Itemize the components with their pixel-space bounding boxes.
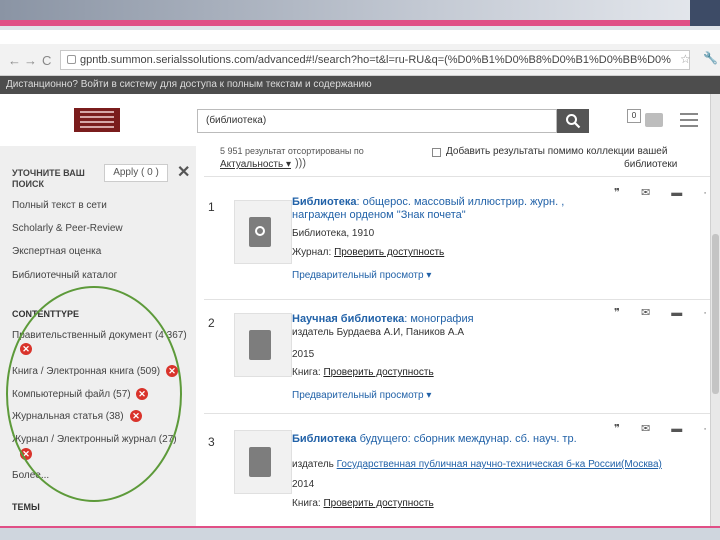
result-title[interactable]: Библиотека: общерос. массовый иллюстрир.… [292,196,582,222]
result-year: 2015 [292,349,315,360]
slide-header-gradient [0,0,720,20]
result-thumbnail[interactable] [234,313,292,377]
sort-dropdown[interactable]: Актуальность ▾ [220,159,291,170]
title-highlight: Библиотека [292,196,357,208]
folder-icon[interactable] [645,113,663,127]
filter-catalog[interactable]: Библиотечный каталог [12,270,117,281]
result-publisher: издатель Бурдаева А.И, Паников А.А [292,327,465,338]
results-panel: 5 951 результат отсортированы по Актуаль… [196,146,720,526]
result-tools[interactable]: ❞ ✉ ▬ ··· [614,422,720,435]
result-tools[interactable]: ❞ ✉ ▬ ··· [614,186,720,199]
check-availability-link[interactable]: Проверить доступность [323,498,433,509]
title-rest: : монография [404,313,474,325]
reload-button[interactable]: C [42,53,51,68]
check-availability-link[interactable]: Проверить доступность [334,247,444,258]
format-label: Книга: [292,367,321,378]
result-publisher: издатель Государственная публичная научн… [292,459,662,470]
result-title[interactable]: Библиотека будущего: сборник междунар. с… [292,433,582,446]
result-thumbnail[interactable] [234,200,292,264]
url-text: gpntb.summon.serialssolutions.com/advanc… [80,54,671,66]
divider [204,299,710,300]
result-source: Библиотека, 1910 [292,228,375,239]
share-icon [249,217,271,247]
add-results-label-cont: библиотеки [624,159,678,170]
result-number: 3 [208,435,215,449]
wrench-icon[interactable]: 🔧 [703,51,718,65]
library-logo[interactable] [74,108,120,132]
result-format: Журнал: Проверить доступность [292,247,444,258]
scrollbar-thumb[interactable] [712,234,719,394]
login-banner[interactable]: Дистанционно? Войти в систему для доступ… [0,76,720,94]
format-label: Книга: [292,498,321,509]
preview-toggle[interactable]: Предварительный просмотр ▾ [292,270,431,281]
subjects-heading: ТЕМЫ [12,502,40,512]
slide-corner-block [690,0,720,26]
filter-scholarly[interactable]: Scholarly & Peer-Review [12,223,123,234]
title-highlight: Библиотека [292,433,357,445]
refine-title: УТОЧНИТЕ ВАШ ПОИСК [12,168,85,189]
preview-toggle[interactable]: Предварительный просмотр ▾ [292,390,431,401]
apply-filters-button[interactable]: Apply ( 0 ) [104,164,168,182]
result-year: 2014 [292,479,315,490]
rss-icon[interactable]: ))) [295,157,306,169]
forward-button[interactable]: → [24,53,37,68]
login-banner-text: Дистанционно? Войти в систему для доступ… [6,79,372,90]
scrollbar[interactable] [710,94,720,526]
result-number: 1 [208,200,215,214]
add-results-label: Добавить результаты помимо коллекции ваш… [446,146,668,157]
result-format: Книга: Проверить доступность [292,498,434,509]
check-availability-link[interactable]: Проверить доступность [323,367,433,378]
result-tools[interactable]: ❞ ✉ ▬ ··· [614,306,720,319]
divider [204,176,710,177]
title-highlight: Научная библиотека [292,313,405,325]
filter-full-text[interactable]: Полный текст в сети [12,200,107,211]
back-button[interactable]: ← [8,53,21,68]
search-input[interactable]: (библиотека) [197,109,557,133]
saved-items-count[interactable]: 0 [627,109,641,123]
result-title[interactable]: Научная библиотека: монография [292,313,582,326]
close-icon[interactable]: ✕ [177,162,190,182]
search-icon [566,114,581,129]
filter-peer-review[interactable]: Экспертная оценка [12,246,101,257]
divider [204,413,710,414]
search-button[interactable] [557,109,589,133]
menu-icon[interactable] [680,113,698,131]
publisher-link[interactable]: Государственная публичная научно-техниче… [337,459,662,470]
book-icon [249,330,271,360]
slide-accent-stripe [0,20,720,26]
result-number: 2 [208,316,215,330]
result-thumbnail[interactable] [234,430,292,494]
bookmark-star-icon[interactable]: ☆ [680,52,691,66]
highlight-oval [6,286,182,502]
add-results-checkbox[interactable] [432,148,441,157]
site-header: (библиотека) [0,94,720,146]
format-label: Журнал: [292,247,332,258]
result-format: Книга: Проверить доступность [292,367,434,378]
page-icon [67,55,76,64]
slide-footer-band [0,526,720,540]
title-rest: будущего: сборник междунар. сб. науч. тр… [356,433,577,445]
book-icon [249,447,271,477]
result-count: 5 951 результат отсортированы по [220,146,364,156]
slide-header-band [0,0,720,30]
publisher-label: издатель [292,459,334,470]
address-bar[interactable]: gpntb.summon.serialssolutions.com/advanc… [60,50,690,70]
browser-toolbar: ← → C gpntb.summon.serialssolutions.com/… [0,44,720,76]
